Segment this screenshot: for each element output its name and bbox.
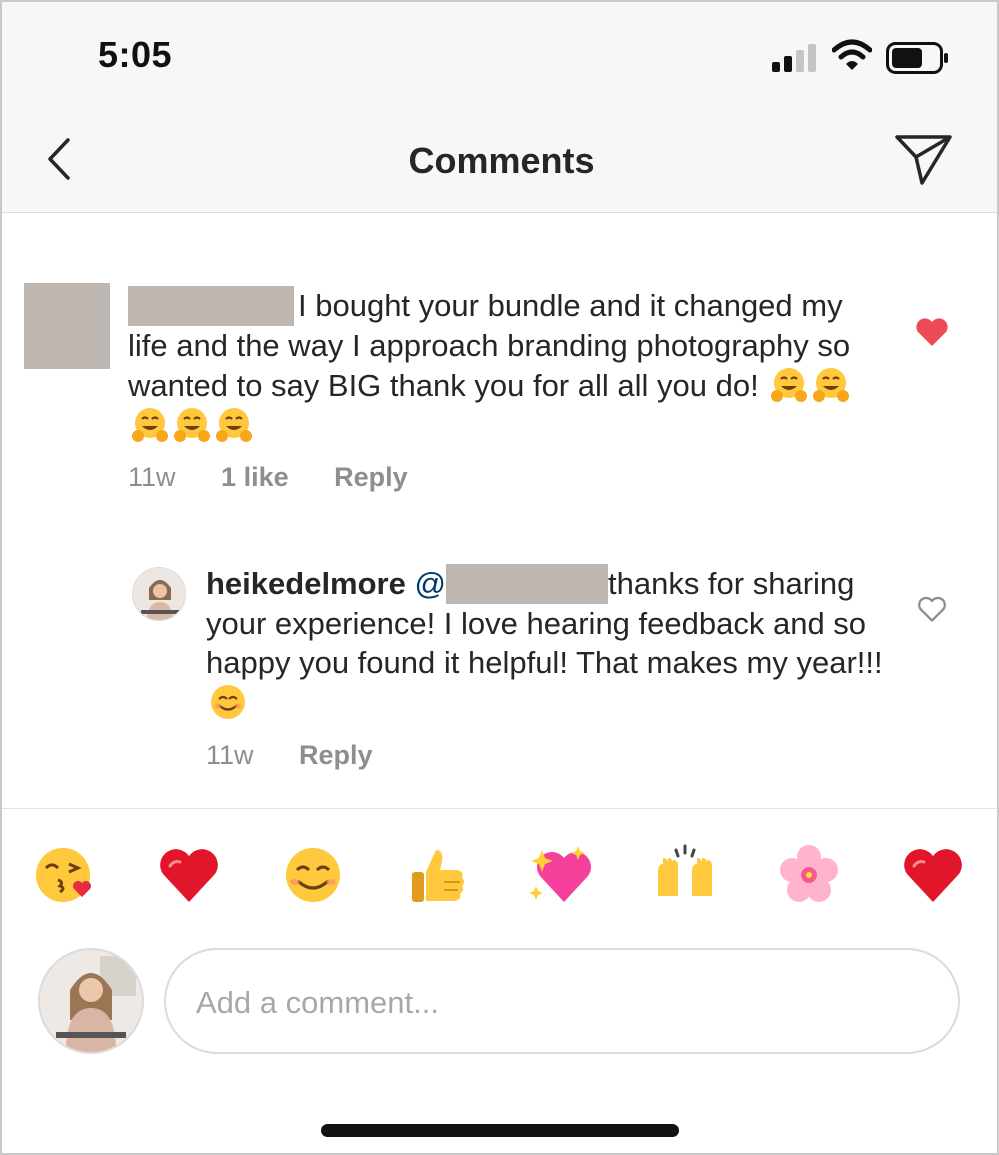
commenter-username-redacted[interactable] <box>128 286 294 326</box>
comment-likes[interactable]: 1 like <box>221 462 289 492</box>
cellular-signal-icon <box>772 42 820 72</box>
status-time: 5:05 <box>98 34 173 75</box>
reply-avatar[interactable] <box>132 567 186 621</box>
user-photo-icon <box>40 950 142 1052</box>
commenter-avatar-redacted[interactable] <box>24 283 110 369</box>
red-heart-icon[interactable] <box>156 842 222 908</box>
reply-time: 11w <box>206 740 254 770</box>
heart-outline-icon[interactable] <box>916 594 948 624</box>
reply-meta: 11w Reply <box>206 740 411 771</box>
red-heart-icon[interactable] <box>900 842 966 908</box>
cherry-blossom-icon[interactable] <box>776 842 842 908</box>
comment-input-wrapper <box>164 948 960 1054</box>
comment-time: 11w <box>128 462 176 492</box>
hugging-face-icon <box>174 408 210 442</box>
user-photo-icon <box>133 568 185 620</box>
hugging-face-icon <box>813 368 850 402</box>
hugging-face-icon <box>132 408 168 442</box>
smiling-face-icon <box>211 685 245 719</box>
smiling-face-icon[interactable] <box>280 842 346 908</box>
emoji-quick-bar <box>0 842 999 912</box>
reply-reply-button[interactable]: Reply <box>299 740 373 770</box>
wifi-icon <box>832 39 872 70</box>
paper-plane-icon[interactable] <box>892 130 956 188</box>
sparkling-heart-icon[interactable] <box>528 842 594 908</box>
heart-filled-icon[interactable] <box>914 316 950 348</box>
page-title: Comments <box>408 140 595 181</box>
reply-text: heikedelmore @ thanks for sharing your ex… <box>206 564 886 722</box>
hugging-face-icon <box>771 368 808 402</box>
reply-username[interactable]: heikedelmore <box>206 566 406 601</box>
divider <box>2 808 997 809</box>
comment-text: I bought your bundle and it changed my l… <box>128 286 888 445</box>
comment-meta: 11w 1 like Reply <box>128 462 446 493</box>
mention-at-sign[interactable]: @ <box>415 566 446 601</box>
comment-input[interactable] <box>196 978 916 1028</box>
my-avatar[interactable] <box>38 948 144 1054</box>
thumbs-up-icon[interactable] <box>404 842 470 908</box>
face-blowing-kiss-icon[interactable] <box>32 842 98 908</box>
comment-reply-button[interactable]: Reply <box>334 462 408 492</box>
home-indicator[interactable] <box>321 1124 679 1137</box>
battery-icon <box>886 42 948 74</box>
raising-hands-icon[interactable] <box>652 842 718 908</box>
hugging-face-icon <box>216 408 252 442</box>
mention-username-redacted[interactable] <box>445 564 608 604</box>
top-bar: 5:05 Comments <box>2 2 997 213</box>
